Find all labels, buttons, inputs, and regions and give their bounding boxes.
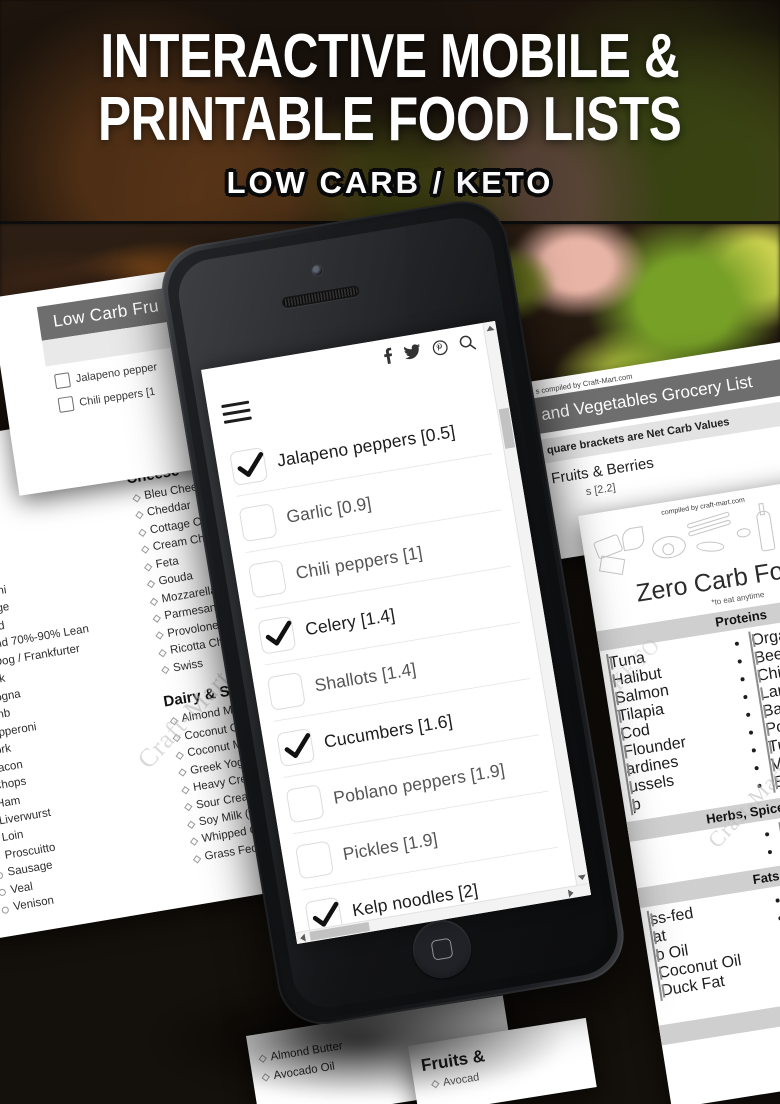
diamond-bullet-icon [181, 785, 190, 795]
hamburger-menu-icon[interactable] [221, 400, 253, 429]
checklist-row-label: Celery [1.4] [303, 604, 397, 640]
page-title-line-1: INTERACTIVE MOBILE & [100, 22, 680, 92]
diamond-bullet-icon [187, 820, 196, 829]
square-bullet-icon [620, 742, 626, 762]
square-bullet-icon [657, 981, 663, 1002]
square-bullet-icon [649, 928, 655, 948]
hero-banner: INTERACTIVE MOBILE & PRINTABLE FOOD LIST… [0, 0, 780, 224]
square-bullet-icon [628, 796, 634, 816]
checkbox-icon [53, 372, 72, 390]
page-title-line-2: PRINTABLE FOOD LISTS [98, 85, 682, 154]
circle-bullet-icon [1, 905, 10, 914]
search-icon[interactable] [458, 333, 477, 351]
keto-cheese-item-label: Swiss [172, 657, 204, 675]
diamond-bullet-icon [152, 614, 161, 623]
page-subtitle: LOW CARB / KETO [226, 164, 554, 200]
square-bullet-icon [652, 946, 658, 966]
checkbox-checked-icon[interactable] [276, 727, 316, 767]
twitter-icon[interactable] [403, 343, 422, 361]
pinterest-icon[interactable] [431, 339, 448, 356]
circle-bullet-icon [0, 871, 4, 880]
square-bullet-icon [765, 738, 771, 758]
diamond-bullet-icon [141, 545, 150, 554]
square-bullet-icon [622, 760, 628, 780]
scroll-up-button[interactable] [483, 321, 497, 336]
square-bullet-icon [748, 631, 754, 651]
home-button-square-icon [430, 937, 454, 961]
checkbox-checked-icon[interactable] [229, 446, 269, 486]
square-bullet-icon [625, 778, 631, 798]
square-bullet-icon [753, 667, 759, 687]
checkbox-icon [57, 395, 75, 413]
checkbox-icon[interactable] [238, 502, 278, 542]
checkbox-icon[interactable] [266, 671, 306, 711]
circle-bullet-icon [0, 888, 7, 897]
scroll-left-button[interactable] [295, 931, 310, 944]
diamond-bullet-icon [132, 493, 141, 503]
checklist-row-label: Chili peppers [1] [294, 542, 424, 584]
square-bullet-icon [751, 649, 756, 669]
checkbox-icon[interactable] [247, 558, 287, 598]
square-bullet-icon [608, 671, 614, 691]
lowcarb-item-label: Jalapeno pepper [74, 360, 158, 385]
app-screen: Jalapeno peppers [0.5] Garlic [0.9] Chili … [201, 320, 592, 945]
square-bullet-icon [646, 910, 652, 930]
diamond-bullet-icon [149, 597, 159, 606]
facebook-icon[interactable] [382, 347, 394, 365]
checklist-row-label: Poblano peppers [1.9] [331, 759, 507, 808]
square-bullet-icon [767, 755, 773, 776]
lowcarb-item-label: Chili peppers [1 [78, 385, 156, 409]
checkbox-checked-icon[interactable] [257, 615, 297, 655]
square-bullet-icon [756, 684, 762, 704]
checklist-row-label: Cucumbers [1.6] [322, 710, 454, 752]
square-bullet-icon [614, 707, 620, 727]
square-bullet-icon [611, 689, 617, 709]
diamond-bullet-icon [161, 666, 170, 675]
diamond-bullet-icon [189, 837, 199, 846]
zero-list-proteins-right: Organ MeatsBeef, grass-feChickenLambBaco… [748, 612, 780, 793]
circle-bullet-icon [0, 853, 1, 863]
diamond-bullet-icon [169, 716, 179, 726]
social-icon-row [382, 333, 477, 365]
square-bullet-icon [617, 725, 623, 745]
checklist-row-label: Garlic [0.9] [284, 492, 373, 527]
zero-list-fats-left: ss-fedato OilCoconut OilDuck Fat [646, 891, 780, 1002]
square-bullet-icon [770, 773, 776, 793]
square-bullet-icon [759, 702, 765, 722]
diamond-bullet-icon [146, 580, 156, 589]
diamond-bullet-icon [138, 528, 147, 537]
diamond-bullet-icon [192, 854, 202, 864]
diamond-bullet-icon [178, 768, 187, 777]
diamond-bullet-icon [175, 751, 184, 760]
diamond-bullet-icon [143, 562, 153, 572]
checkbox-icon[interactable] [285, 783, 325, 823]
square-bullet-icon [605, 654, 611, 674]
checkbox-icon[interactable] [294, 839, 335, 880]
square-bullet-icon [655, 964, 661, 984]
diamond-bullet-icon [158, 648, 167, 658]
diamond-bullet-icon [155, 631, 164, 641]
diamond-bullet-icon [135, 511, 144, 520]
diamond-bullet-icon [184, 803, 193, 812]
checklist-row-label: Shallots [1.4] [313, 658, 418, 696]
square-bullet-icon [762, 720, 768, 740]
checklist-row-label: Pickles [1.9] [341, 828, 439, 865]
diamond-bullet-icon [172, 734, 182, 743]
scroll-right-button[interactable] [564, 886, 579, 899]
